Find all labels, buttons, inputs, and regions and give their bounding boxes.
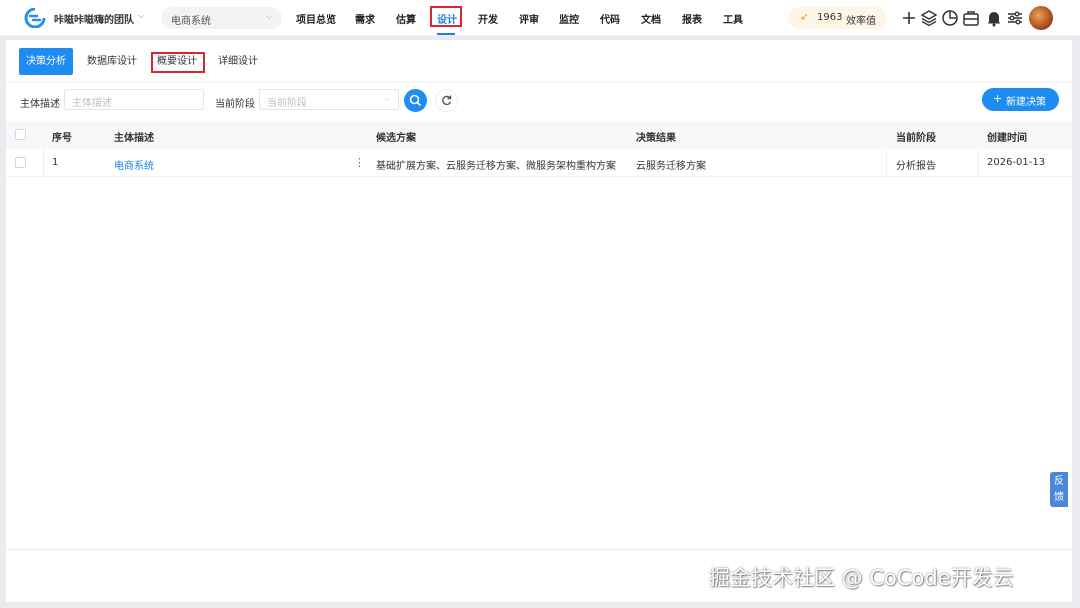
column-divider (886, 149, 887, 177)
subject-filter-label: 主体描述 (20, 99, 60, 110)
row-candidates: 基础扩展方案、云服务迁移方案、微服务架构重构方案 (376, 161, 616, 172)
column-divider (978, 149, 979, 177)
tab-database-design[interactable]: 数据库设计 (80, 48, 144, 75)
team-name[interactable]: 咔嗞咔嗞嗨的团队 (54, 11, 134, 26)
chevron-down-icon: ⌵ (265, 12, 272, 21)
refresh-icon (442, 95, 452, 106)
search-button[interactable] (404, 89, 427, 112)
row-subject-link[interactable]: 电商系统 (114, 157, 154, 172)
col-stage: 当前阶段 (896, 133, 936, 144)
select-all-checkbox[interactable] (15, 129, 26, 140)
column-divider (43, 149, 44, 177)
subject-filter-input[interactable]: 主体描述 (64, 89, 204, 110)
app-logo-icon (24, 8, 46, 28)
nav-code[interactable]: 代码 (600, 11, 620, 26)
table-header: 序号 主体描述 候选方案 决策结果 当前阶段 创建时间 (6, 121, 1072, 149)
tabs-divider (6, 82, 1072, 83)
new-decision-button[interactable]: + 新建决策 (982, 88, 1059, 111)
chevron-down-icon: ⌵ (383, 94, 390, 103)
nav-develop[interactable]: 开发 (478, 11, 498, 26)
user-avatar[interactable] (1029, 6, 1053, 30)
stage-filter-placeholder: 当前阶段 (267, 98, 307, 109)
tab-decision-analysis[interactable]: 决策分析 (19, 48, 73, 75)
nav-review[interactable]: 评审 (519, 11, 539, 26)
sliders-icon[interactable] (1006, 9, 1024, 27)
tab-overview-design-highlight-box (151, 52, 205, 73)
col-result: 决策结果 (636, 133, 676, 144)
pie-chart-icon[interactable] (941, 9, 959, 27)
nav-requirements[interactable]: 需求 (355, 11, 375, 26)
rocket-icon: ➶ (800, 12, 809, 23)
nav-reports[interactable]: 报表 (682, 11, 702, 26)
efficiency-value: 1963 (817, 12, 843, 23)
col-index: 序号 (52, 133, 72, 144)
row-result: 云服务迁移方案 (636, 161, 706, 172)
more-vertical-icon[interactable]: ⋮ (354, 156, 365, 169)
top-bar: 咔嗞咔嗞嗨的团队 ⌵ 电商系统 ⌵ 项目总览 需求 估算 设计 开发 评审 监控… (0, 0, 1080, 36)
subject-filter-placeholder: 主体描述 (72, 98, 112, 109)
nav-docs[interactable]: 文档 (641, 11, 661, 26)
refresh-button[interactable] (435, 89, 458, 112)
search-icon (409, 94, 421, 106)
main-panel: 决策分析 数据库设计 概要设计 详细设计 主体描述 主体描述 当前阶段 当前阶段… (6, 40, 1072, 602)
stage-filter-select[interactable]: 当前阶段 ⌵ (259, 89, 399, 110)
toolbox-icon[interactable] (962, 9, 980, 27)
bell-icon[interactable] (985, 9, 1003, 27)
new-decision-label: 新建决策 (1006, 97, 1046, 108)
feedback-label: 反馈 (1054, 476, 1064, 503)
col-candidates: 候选方案 (376, 133, 416, 144)
nav-overview[interactable]: 项目总览 (296, 11, 336, 26)
stage-filter-label: 当前阶段 (215, 99, 255, 110)
chevron-down-icon[interactable]: ⌵ (138, 11, 145, 21)
panel-footer-divider (6, 549, 1072, 550)
nav-tools[interactable]: 工具 (723, 11, 743, 26)
watermark: 掘金技术社区 @ CoCode开发云 (709, 566, 1014, 590)
nav-estimate[interactable]: 估算 (396, 11, 416, 26)
row-stage: 分析报告 (896, 161, 936, 172)
nav-design-highlight-box (430, 6, 462, 27)
row-created: 2026-01-13 (987, 157, 1046, 168)
row-checkbox[interactable] (15, 157, 26, 168)
nav-monitor[interactable]: 监控 (559, 11, 579, 26)
project-select[interactable]: 电商系统 ⌵ (161, 7, 282, 29)
tab-detailed-design[interactable]: 详细设计 (211, 48, 265, 75)
col-created: 创建时间 (987, 133, 1027, 144)
nav-active-indicator (437, 33, 455, 35)
plus-icon[interactable] (900, 9, 918, 27)
plus-icon: + (993, 92, 1003, 105)
layers-icon[interactable] (920, 9, 938, 27)
efficiency-badge[interactable]: ➶ 1963 效率值 (788, 7, 887, 29)
table-row[interactable]: 1 电商系统 ⋮ 基础扩展方案、云服务迁移方案、微服务架构重构方案 云服务迁移方… (6, 149, 1072, 177)
efficiency-label: 效率值 (846, 16, 876, 27)
col-subject: 主体描述 (114, 133, 154, 144)
feedback-button[interactable]: 反馈 (1050, 472, 1068, 507)
row-index: 1 (52, 157, 59, 168)
project-select-value: 电商系统 (171, 16, 211, 27)
